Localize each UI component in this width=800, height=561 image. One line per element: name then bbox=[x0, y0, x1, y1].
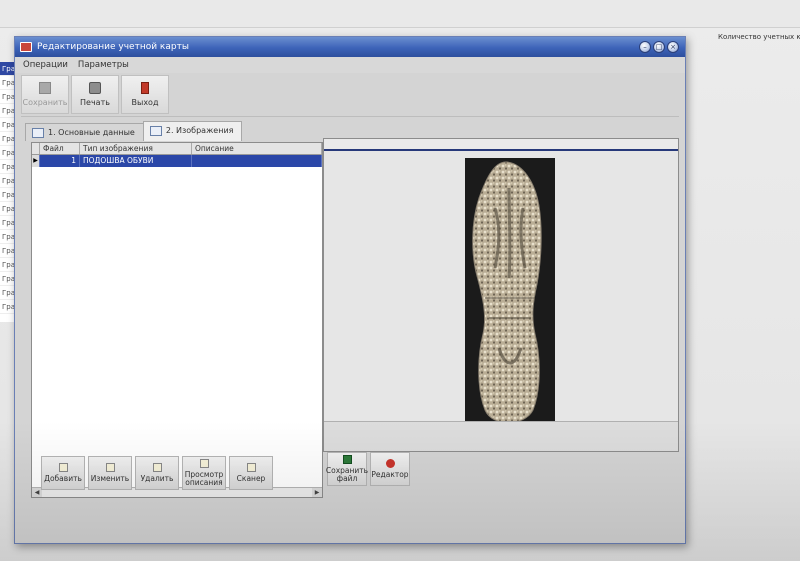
exit-button-label: Выход bbox=[131, 98, 159, 107]
app-icon bbox=[20, 42, 32, 52]
paint-brush-icon bbox=[385, 459, 395, 468]
view-description-label-2: описания bbox=[185, 478, 223, 487]
editor-button[interactable]: Редактор bbox=[370, 452, 410, 486]
scroll-right-icon[interactable]: ▶ bbox=[312, 488, 322, 497]
image-file-toolbar: Сохранить файл Редактор bbox=[326, 452, 410, 486]
tab-images-label: 2. Изображения bbox=[165, 126, 234, 135]
add-button-label: Добавить bbox=[44, 474, 82, 483]
form-icon bbox=[32, 128, 44, 138]
column-header-file[interactable]: Файл bbox=[40, 143, 80, 154]
main-toolbar: Сохранить Печать Выход bbox=[21, 73, 679, 117]
column-header-type[interactable]: Тип изображения bbox=[80, 143, 192, 154]
images-grid[interactable]: Файл Тип изображения Описание ▶ 1 ПОДОШВ… bbox=[31, 142, 323, 498]
cell-file[interactable]: 1 bbox=[40, 155, 80, 167]
cell-type[interactable]: ПОДОШВА ОБУВИ bbox=[80, 155, 192, 167]
save-button-label: Сохранить bbox=[22, 98, 68, 107]
grid-header: Файл Тип изображения Описание bbox=[32, 143, 322, 155]
delete-button[interactable]: Удалить bbox=[135, 456, 179, 490]
shoe-sole-image[interactable] bbox=[465, 158, 555, 432]
row-indicator-header bbox=[32, 143, 40, 154]
floppy-disk-icon bbox=[39, 82, 51, 94]
tab-bar: 1. Основные данные 2. Изображения bbox=[25, 121, 243, 143]
scanner-button[interactable]: Сканер bbox=[229, 456, 273, 490]
save-file-button[interactable]: Сохранить файл bbox=[326, 452, 368, 486]
add-button[interactable]: Добавить bbox=[41, 456, 85, 490]
delete-button-label: Удалить bbox=[140, 474, 174, 483]
tab-main-data-label: 1. Основные данные bbox=[48, 128, 135, 137]
view-description-button[interactable]: Просмотр описания bbox=[182, 456, 226, 490]
table-row[interactable]: ▶ 1 ПОДОШВА ОБУВИ bbox=[32, 155, 322, 167]
dialog-title-bar[interactable]: Редактирование учетной карты – □ × bbox=[15, 37, 685, 57]
scanner-icon bbox=[246, 463, 256, 472]
save-file-label-2: файл bbox=[336, 474, 358, 483]
edit-file-icon bbox=[105, 463, 115, 472]
image-actions-toolbar: Добавить Изменить Удалить Просмотр описа… bbox=[41, 456, 273, 490]
new-file-icon bbox=[58, 463, 68, 472]
magnifier-icon bbox=[199, 459, 209, 468]
background-top-bar bbox=[0, 0, 800, 28]
edit-card-dialog: Редактирование учетной карты – □ × Опера… bbox=[14, 36, 686, 544]
tab-main-data[interactable]: 1. Основные данные bbox=[25, 123, 144, 141]
menu-parameters[interactable]: Параметры bbox=[78, 57, 129, 73]
delete-icon bbox=[152, 463, 162, 472]
menu-operations[interactable]: Операции bbox=[23, 57, 68, 73]
column-header-description[interactable]: Описание bbox=[192, 143, 322, 154]
window-controls: – □ × bbox=[639, 41, 679, 53]
card-count-label: Количество учетных карт: bbox=[718, 33, 800, 41]
image-panel-footer bbox=[324, 421, 678, 451]
edit-button[interactable]: Изменить bbox=[88, 456, 132, 490]
image-preview-header bbox=[324, 139, 678, 151]
save-button[interactable]: Сохранить bbox=[21, 75, 69, 114]
image-icon bbox=[149, 126, 162, 136]
cell-description[interactable] bbox=[192, 155, 322, 167]
edit-button-label: Изменить bbox=[90, 474, 130, 483]
print-button[interactable]: Печать bbox=[71, 75, 119, 114]
print-button-label: Печать bbox=[80, 98, 110, 107]
shoe-sole-print bbox=[472, 161, 542, 424]
maximize-icon[interactable]: □ bbox=[653, 41, 665, 53]
save-disk-icon bbox=[342, 455, 352, 464]
exit-button[interactable]: Выход bbox=[121, 75, 169, 114]
minimize-icon[interactable]: – bbox=[639, 41, 651, 53]
exit-door-icon bbox=[141, 82, 149, 94]
image-preview-panel[interactable] bbox=[323, 138, 679, 452]
menu-bar: Операции Параметры bbox=[15, 57, 685, 73]
editor-button-label: Редактор bbox=[371, 470, 409, 479]
scanner-button-label: Сканер bbox=[236, 474, 266, 483]
printer-icon bbox=[89, 82, 101, 94]
tab-images[interactable]: 2. Изображения bbox=[142, 121, 243, 141]
close-icon[interactable]: × bbox=[667, 41, 679, 53]
dialog-title: Редактирование учетной карты bbox=[37, 42, 189, 52]
row-pointer-icon: ▶ bbox=[32, 155, 40, 167]
